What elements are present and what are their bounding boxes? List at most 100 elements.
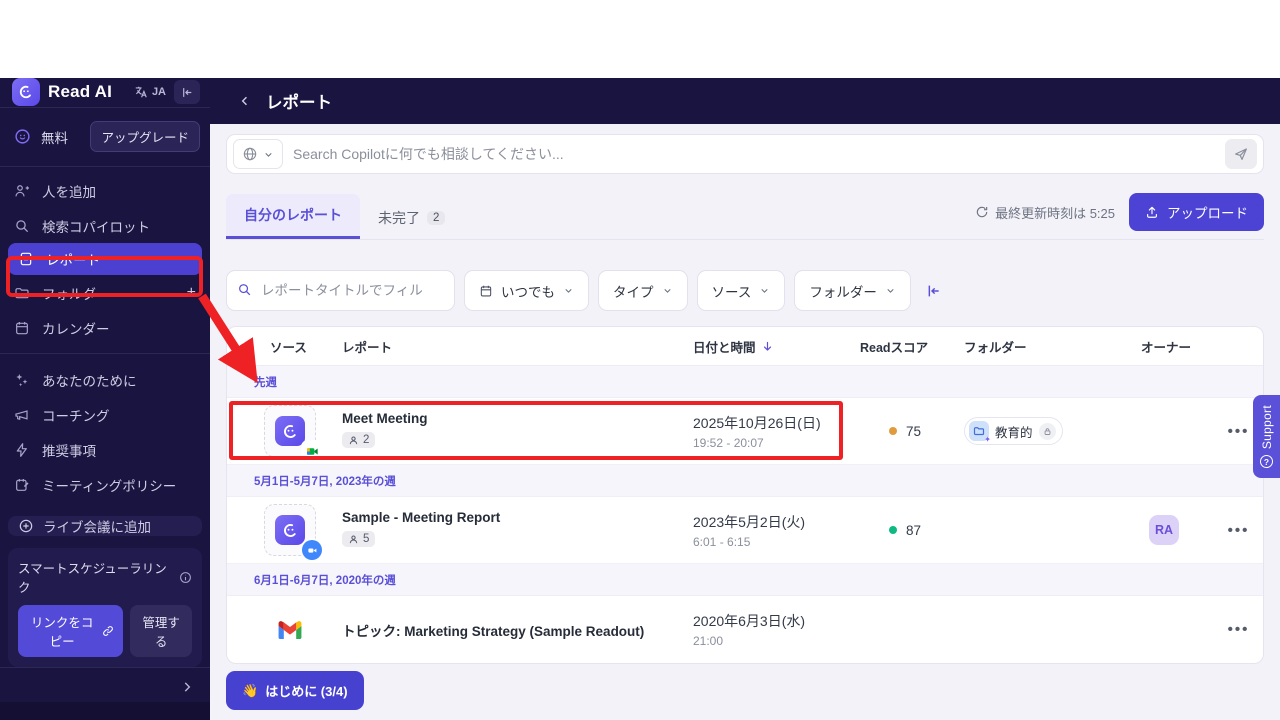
score-value: 87 <box>906 523 921 538</box>
report-cell: Meet Meeting 2 <box>342 411 693 451</box>
score-value: 75 <box>906 424 921 439</box>
getting-started-button[interactable]: 👋 はじめに (3/4) <box>226 671 364 710</box>
sidebar-header: Read AI JA <box>0 78 210 107</box>
sidebar-collapse-button[interactable] <box>174 80 200 104</box>
info-icon[interactable] <box>179 571 192 584</box>
filters-row: いつでも タイプ ソース <box>226 270 1264 311</box>
send-button[interactable] <box>1225 139 1257 169</box>
translate-icon <box>134 85 148 99</box>
add-to-live-meeting-button[interactable]: ライブ会議に追加 <box>8 516 202 536</box>
sparkles-icon <box>14 372 31 388</box>
participants-icon <box>348 435 359 446</box>
content: 自分のレポート 未完了 2 最終更新時刻は 5:25 <box>210 124 1280 720</box>
col-source: ソース <box>270 337 342 356</box>
report-row-sample-meeting-report[interactable]: Sample - Meeting Report 5 2023年5月2日(火) 6… <box>227 497 1263 564</box>
reports-table: ソース レポート 日付と時間 Readスコア フォルダー オーナー <box>226 326 1264 664</box>
sidebar-item-folders[interactable]: フォルダー + <box>0 275 210 310</box>
sidebar-item-label: 検索コパイロット <box>42 216 150 236</box>
report-cell: トピック: Marketing Strategy (Sample Readout… <box>342 620 693 640</box>
group-row-week-may-2023: 5月1日-5月7日, 2023年の週 <box>227 465 1263 497</box>
owner-avatar[interactable]: RA <box>1149 515 1179 545</box>
upgrade-button[interactable]: アップグレード <box>90 121 200 152</box>
col-datetime-label: 日付と時間 <box>693 337 756 356</box>
sidebar-item-coaching[interactable]: コーチング <box>0 397 210 432</box>
sidebar-item-label: ミーティングポリシー <box>42 475 176 495</box>
divider <box>0 353 210 354</box>
sidebar-item-calendar[interactable]: カレンダー <box>0 310 210 345</box>
report-date: 2023年5月2日(火) <box>693 512 860 532</box>
report-row-marketing-strategy[interactable]: トピック: Marketing Strategy (Sample Readout… <box>227 596 1263 663</box>
participants-count: 2 <box>363 434 369 446</box>
source-thumbnail <box>264 504 316 556</box>
datetime-cell: 2023年5月2日(火) 6:01 - 6:15 <box>693 512 860 549</box>
tab-my-reports[interactable]: 自分のレポート <box>226 194 360 239</box>
language-selector[interactable]: JA <box>134 85 166 99</box>
sidebar-item-label: 推奨事項 <box>42 440 96 460</box>
sidebar-item-add-people[interactable]: 人を追加 <box>0 173 210 208</box>
type-filter-dropdown[interactable]: タイプ <box>598 270 688 311</box>
chevron-down-icon <box>885 285 896 296</box>
copilot-scope-selector[interactable] <box>233 139 283 169</box>
copilot-search-bar <box>226 134 1264 174</box>
col-score: Readスコア <box>860 337 964 356</box>
reset-filters-icon[interactable] <box>926 283 942 299</box>
report-date: 2020年6月3日(水) <box>693 611 860 631</box>
row-menu-button[interactable]: ••• <box>1217 522 1260 539</box>
source-cell <box>270 504 342 556</box>
manage-button[interactable]: 管理する <box>130 605 192 657</box>
folder-badge[interactable]: ✦ 教育的 <box>964 417 1063 445</box>
tab-incomplete[interactable]: 未完了 2 <box>360 197 463 239</box>
sidebar-footer-strip <box>0 702 210 720</box>
copilot-search-input[interactable] <box>293 146 1215 162</box>
tab-label: 未完了 <box>378 208 420 228</box>
source-cell <box>278 620 342 640</box>
report-title: Sample - Meeting Report <box>342 510 693 525</box>
sidebar: Read AI JA 無料 アップグレード <box>0 78 210 720</box>
sidebar-bottom <box>0 667 210 720</box>
tab-label: 自分のレポート <box>244 205 342 225</box>
report-row-meet-meeting[interactable]: Meet Meeting 2 2025年10月26日(日) 19:52 - 20… <box>227 398 1263 465</box>
live-meeting-label: ライブ会議に追加 <box>43 516 151 536</box>
sidebar-item-recommendations[interactable]: 推奨事項 <box>0 432 210 467</box>
wave-emoji: 👋 <box>242 683 258 699</box>
row-menu-button[interactable]: ••• <box>1217 621 1260 638</box>
read-ai-app-window: Read AI JA 無料 アップグレード <box>0 78 1280 720</box>
date-filter-dropdown[interactable]: いつでも <box>464 270 589 311</box>
copy-link-label: リンクをコピー <box>27 612 97 650</box>
group-row-last-week: 先週 <box>227 366 1263 398</box>
language-code: JA <box>152 86 166 98</box>
read-ai-logo-icon <box>12 78 40 106</box>
report-title-filter <box>226 270 455 311</box>
participants-icon <box>348 534 359 545</box>
upload-button[interactable]: アップロード <box>1129 193 1264 231</box>
datetime-cell: 2025年10月26日(日) 19:52 - 20:07 <box>693 413 860 450</box>
folder-cell: ✦ 教育的 <box>964 417 1141 445</box>
question-circle-icon: ? <box>1260 455 1273 468</box>
folder-icon <box>14 285 31 301</box>
source-thumbnail <box>264 405 316 457</box>
support-tab[interactable]: Support ? <box>1253 395 1280 478</box>
report-title-filter-input[interactable] <box>226 270 455 311</box>
source-filter-dropdown[interactable]: ソース <box>697 270 786 311</box>
col-datetime[interactable]: 日付と時間 <box>693 337 860 356</box>
add-folder-button[interactable]: + <box>187 284 196 302</box>
sidebar-item-label: コーチング <box>42 405 110 425</box>
sidebar-item-label: あなたのために <box>42 370 137 390</box>
copy-link-button[interactable]: リンクをコピー <box>18 605 123 657</box>
score-dot-good <box>889 526 897 534</box>
sidebar-item-reports[interactable]: レポート <box>8 243 202 275</box>
lightning-icon <box>14 442 31 458</box>
refresh-icon[interactable] <box>975 205 989 219</box>
sidebar-item-for-you[interactable]: あなたのために <box>0 362 210 397</box>
main-area: レポート <box>210 78 1280 720</box>
sidebar-item-label: カレンダー <box>42 318 110 338</box>
sidebar-expand-chevron[interactable] <box>180 680 194 694</box>
last-updated-text: 最終更新時刻は 5:25 <box>995 203 1115 222</box>
sidebar-item-meeting-policies[interactable]: ミーティングポリシー <box>0 467 210 502</box>
back-button[interactable] <box>238 94 252 108</box>
folder-filter-dropdown[interactable]: フォルダー <box>794 270 911 311</box>
upload-label: アップロード <box>1167 202 1248 222</box>
sidebar-item-search-copilot[interactable]: 検索コパイロット <box>0 208 210 243</box>
tabs-right: 最終更新時刻は 5:25 アップロード <box>975 193 1264 239</box>
group-label: 6月1日-6月7日, 2020年の週 <box>254 572 396 588</box>
